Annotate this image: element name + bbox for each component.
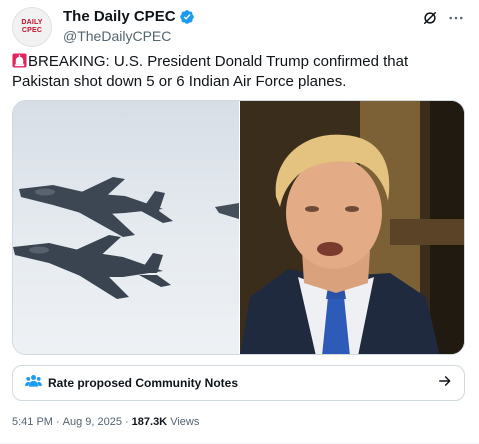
people-icon [25,374,42,393]
community-notes-button[interactable]: Rate proposed Community Notes [12,365,465,401]
tweet-date[interactable]: Aug 9, 2025 [63,416,122,428]
avatar-text-line1: DAILY [21,19,43,26]
avatar[interactable]: DAILY CPEC [12,7,52,47]
views-label: Views [170,416,200,428]
police-siren-icon [12,53,27,68]
author-info: The Daily CPEC @TheDailyCPEC [63,8,195,44]
tweet-text: BREAKING: U.S. President Donald Trump co… [12,52,467,92]
donald-trump-photo[interactable] [240,101,464,354]
tweet-body-text: BREAKING: U.S. President Donald Trump co… [12,53,409,90]
grok-icon[interactable] [419,7,441,29]
community-notes-label: Rate proposed Community Notes [48,376,239,390]
tweet-header: DAILY CPEC The Daily CPEC @TheDailyCPEC [12,7,467,47]
views-count: 187.3K [131,416,168,428]
author-display-name[interactable]: The Daily CPEC [63,8,195,25]
tweet-metadata: 5:41 PM · Aug 9, 2025 · 187.3K Views [12,416,199,428]
display-name-text: The Daily CPEC [63,8,176,25]
tweet-time[interactable]: 5:41 PM [12,416,53,428]
avatar-text-line2: CPEC [21,27,43,34]
media-grid[interactable] [12,100,465,355]
more-options-icon[interactable] [445,7,467,29]
author-handle[interactable]: @TheDailyCPEC [63,28,195,44]
meta-separator: · [55,416,60,428]
verified-badge-icon [179,9,195,25]
meta-separator: · [124,416,129,428]
fighter-jets-photo[interactable] [13,101,239,354]
arrow-right-icon [438,374,452,393]
